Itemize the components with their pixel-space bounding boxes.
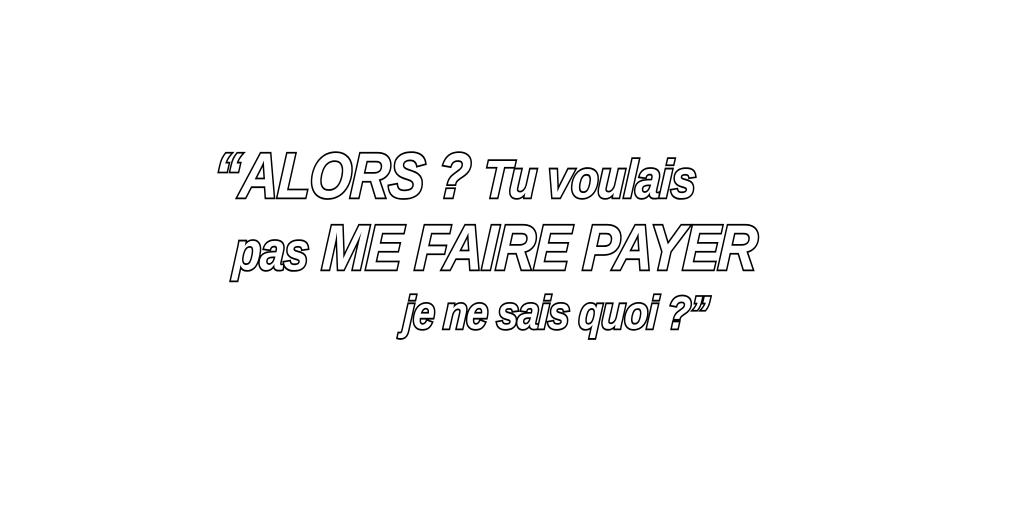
quote-text-tu-voulais: Tu voulais [480, 147, 699, 210]
quote-line-3: je ne sais quoi ?” [400, 287, 711, 341]
quote-emphasis-alors: “ALORS ? [210, 139, 473, 213]
quote-text-pas: pas [230, 219, 311, 282]
quote-emphasis-me-faire-payer: ME FAIRE PAYER [319, 211, 761, 285]
quote-text-je-ne-sais-quoi: je ne sais quoi ?” [400, 287, 711, 341]
quote-block: “ALORS ? Tu voulais pas ME FAIRE PAYER je … [0, 0, 1024, 512]
quote-line-2: pas ME FAIRE PAYER [230, 211, 760, 285]
quote-line-1: “ALORS ? Tu voulais [210, 139, 699, 213]
